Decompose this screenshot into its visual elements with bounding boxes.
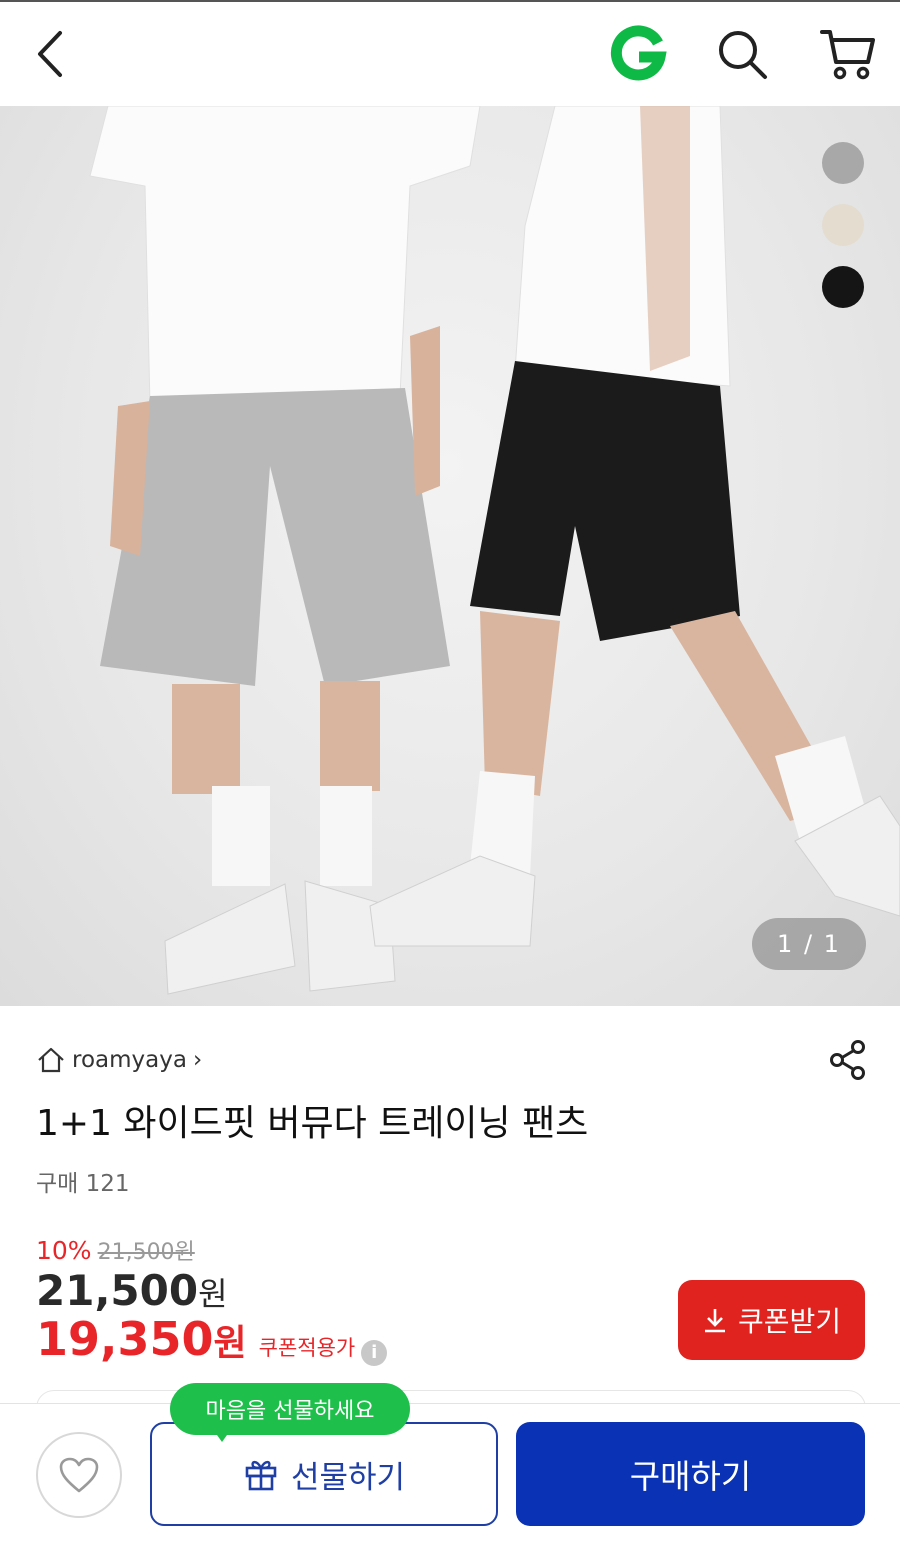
share-button[interactable] [826,1038,870,1082]
discount-row: 10% 21,500원 [36,1234,195,1266]
buy-button[interactable]: 구매하기 [516,1422,865,1526]
back-button[interactable] [22,24,82,84]
sale-price: 19,350원 [36,1312,247,1366]
gift-icon [245,1460,277,1491]
gift-tooltip-tail [212,1428,232,1442]
download-icon [704,1309,725,1333]
g-logo-icon [610,25,667,81]
gift-tooltip: 마음을 선물하세요 [170,1383,410,1435]
color-swatch-beige[interactable] [822,204,864,246]
store-name: roamyaya [72,1047,187,1073]
top-bar [0,0,900,106]
image-counter: 1 / 1 [752,918,866,970]
chevron-left-icon [38,31,62,77]
coupon-price-label: 쿠폰적용가 [258,1336,356,1360]
color-swatch-black[interactable] [822,266,864,308]
product-photo [89,106,900,995]
store-link[interactable]: roamyaya › [36,1042,202,1078]
color-swatch-gray[interactable] [822,142,864,184]
sale-price-row: 19,350원 쿠폰적용가 i [36,1312,388,1366]
gmarket-logo-button[interactable] [608,24,668,84]
regular-price-unit: 원 [198,1275,228,1313]
chevron-right-icon: › [192,1047,203,1073]
product-title: 1+1 와이드핏 버뮤다 트레이닝 팬츠 [36,1103,589,1144]
search-icon [719,31,767,79]
regular-price-value: 21,500 [36,1266,199,1315]
info-icon[interactable]: i [361,1339,388,1366]
wishlist-button[interactable] [36,1432,122,1518]
share-icon [830,1040,865,1080]
discount-percent: 10% [36,1236,92,1265]
product-image[interactable]: 1 / 1 [0,106,900,1006]
coupon-price-note: 쿠폰적용가 i [258,1332,388,1366]
heart-icon [59,1457,99,1493]
purchase-count: 구매 121 [36,1171,130,1197]
buy-button-label: 구매하기 [629,1457,752,1496]
cart-icon [820,30,875,80]
gift-button-label: 선물하기 [290,1459,406,1496]
coupon-button-label: 쿠폰받기 [737,1305,842,1338]
search-button[interactable] [712,24,772,84]
get-coupon-button[interactable]: 쿠폰받기 [678,1280,865,1360]
gift-button[interactable]: 선물하기 [150,1422,498,1526]
original-price: 21,500원 [97,1240,195,1265]
regular-price: 21,500원 [36,1266,228,1315]
home-icon [38,1047,64,1073]
cart-button[interactable] [818,24,878,84]
sale-price-value: 19,350 [36,1312,214,1366]
sale-price-unit: 원 [213,1323,247,1364]
